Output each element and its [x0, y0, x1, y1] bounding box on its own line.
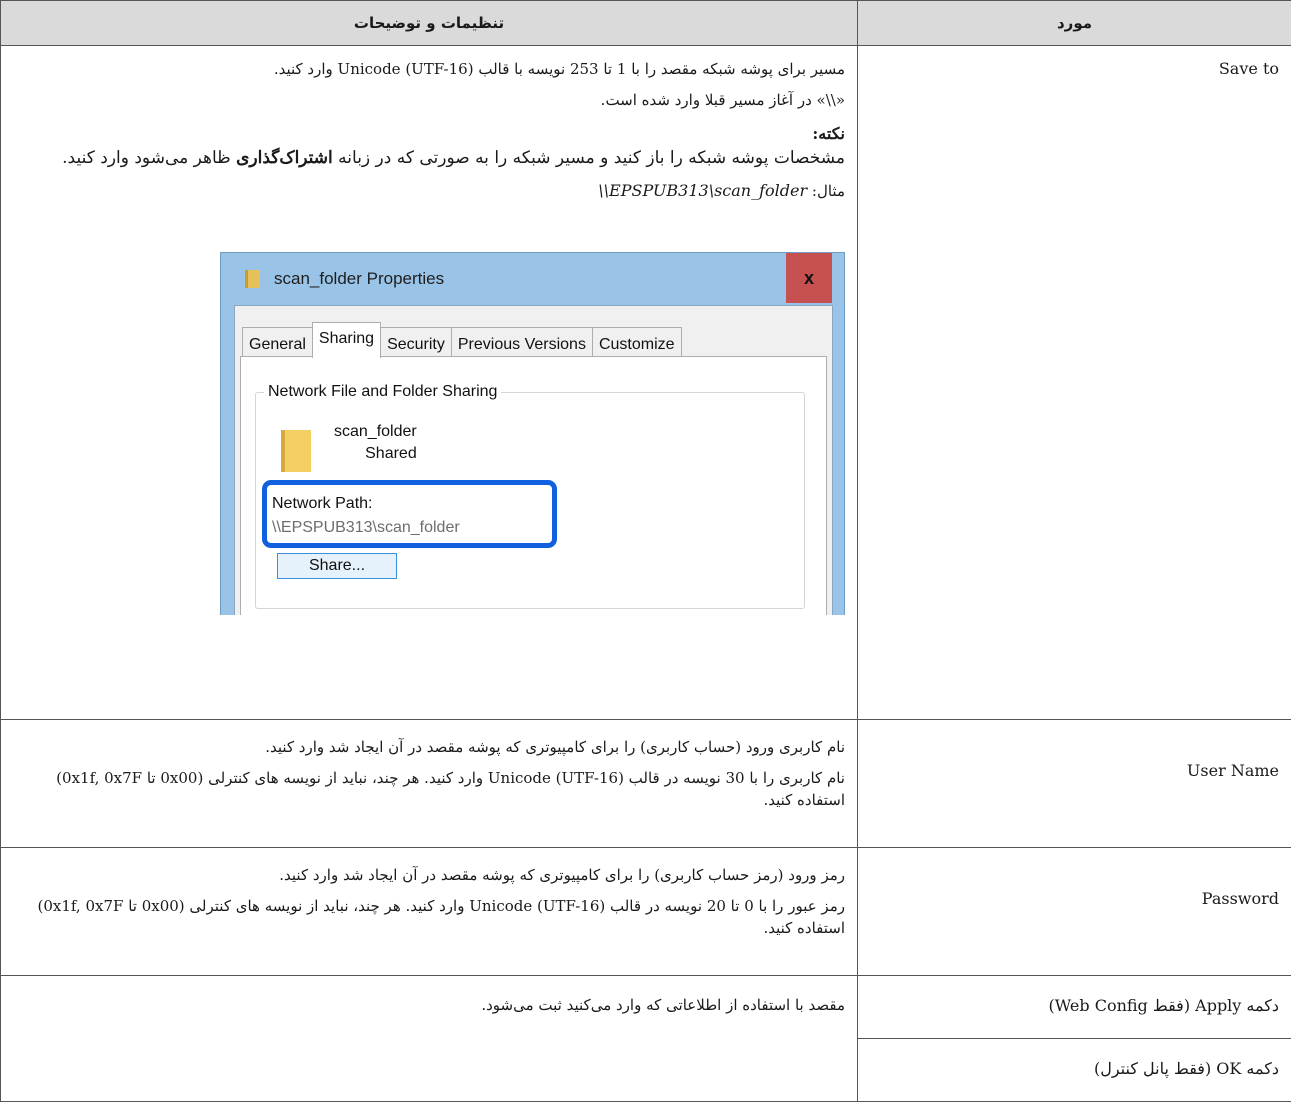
user-name-text-1: نام کاربری ورود (حساب کاربری) را برای کا… [13, 736, 845, 758]
header-settings: تنظیمات و توضیحات [1, 1, 858, 46]
item-password: Password [858, 848, 1291, 976]
folder-icon [245, 270, 260, 288]
save-to-path-text: مسیر برای پوشه شبکه مقصد را با 1 تا 253 … [13, 58, 845, 80]
example-label: مثال: [807, 182, 845, 200]
item-apply-button: دکمه Apply (فقط Web Config) [858, 976, 1291, 1039]
note-sharing-tab: اشتراک‌گذاری [236, 148, 333, 168]
sharing-panel: Network File and Folder Sharing scan_fol… [240, 356, 827, 615]
close-button[interactable]: x [786, 253, 832, 303]
desc-user-name: نام کاربری ورود (حساب کاربری) را برای کا… [1, 720, 858, 848]
properties-dialog: scan_folder Properties x General Sharing… [220, 252, 845, 615]
network-path-value: \\EPSPUB313\scan_folder [272, 517, 460, 539]
item-ok-button: دکمه OK (فقط پانل کنترل) [858, 1039, 1291, 1102]
dialog-body: General Sharing Security Previous Versio… [234, 305, 833, 615]
user-name-text-2: نام کاربری را با 30 نویسه در قالب (Unico… [13, 767, 845, 811]
desc-password: رمز ورود (رمز حساب کاربری) را برای کامپی… [1, 848, 858, 976]
row-password: Password رمز ورود (رمز حساب کاربری) را ب… [1, 848, 1291, 976]
row-user-name: User Name نام کاربری ورود (حساب کاربری) … [1, 720, 1291, 848]
folder-status: Shared [334, 443, 417, 465]
note-text-a: مشخصات پوشه شبکه را باز کنید و مسیر شبکه… [333, 148, 845, 168]
dialog-title-bar: scan_folder Properties [245, 268, 444, 290]
share-button[interactable]: Share... [277, 553, 397, 579]
tab-sharing[interactable]: Sharing [312, 322, 381, 358]
password-text-1: رمز ورود (رمز حساب کاربری) را برای کامپی… [13, 864, 845, 886]
note-title: نکته: [13, 123, 845, 145]
tab-general[interactable]: General [242, 327, 313, 358]
note-text: مشخصات پوشه شبکه را باز کنید و مسیر شبکه… [13, 145, 845, 171]
row-save-to: Save to مسیر برای پوشه شبکه مقصد را با 1… [1, 46, 1291, 720]
desc-apply-ok: مقصد با استفاده از اطلاعاتی که وارد می‌ک… [1, 976, 858, 1102]
folder-name: scan_folder [334, 421, 417, 443]
tab-previous-versions[interactable]: Previous Versions [451, 327, 593, 358]
tab-customize[interactable]: Customize [592, 327, 682, 358]
settings-table: مورد تنظیمات و توضیحات Save to مسیر برای… [0, 0, 1291, 1102]
row-apply: دکمه Apply (فقط Web Config) مقصد با استف… [1, 976, 1291, 1039]
note-text-b: ظاهر می‌شود وارد کنید. [62, 148, 236, 168]
example-path: \\EPSPUB313\scan_folder [598, 181, 807, 200]
dialog-title: scan_folder Properties [274, 268, 444, 290]
item-save-to: Save to [858, 46, 1291, 720]
folder-icon [281, 430, 311, 472]
tab-strip: General Sharing Security Previous Versio… [242, 322, 681, 352]
example: مثال: \\EPSPUB313\scan_folder [13, 180, 845, 202]
network-path-label: Network Path: [272, 493, 372, 515]
save-to-prefix-text: «\\» در آغاز مسیر قبلا وارد شده است. [13, 89, 845, 111]
item-user-name: User Name [858, 720, 1291, 848]
password-text-2: رمز عبور را با 0 تا 20 نویسه در قالب (Un… [13, 895, 845, 939]
network-sharing-group: Network File and Folder Sharing scan_fol… [255, 392, 805, 609]
group-legend: Network File and Folder Sharing [264, 381, 501, 403]
folder-info: scan_folder Shared [334, 421, 417, 465]
tab-security[interactable]: Security [380, 327, 452, 358]
header-item: مورد [858, 1, 1291, 46]
properties-dialog-screenshot: scan_folder Properties x General Sharing… [220, 252, 845, 615]
desc-save-to: مسیر برای پوشه شبکه مقصد را با 1 تا 253 … [1, 46, 858, 720]
